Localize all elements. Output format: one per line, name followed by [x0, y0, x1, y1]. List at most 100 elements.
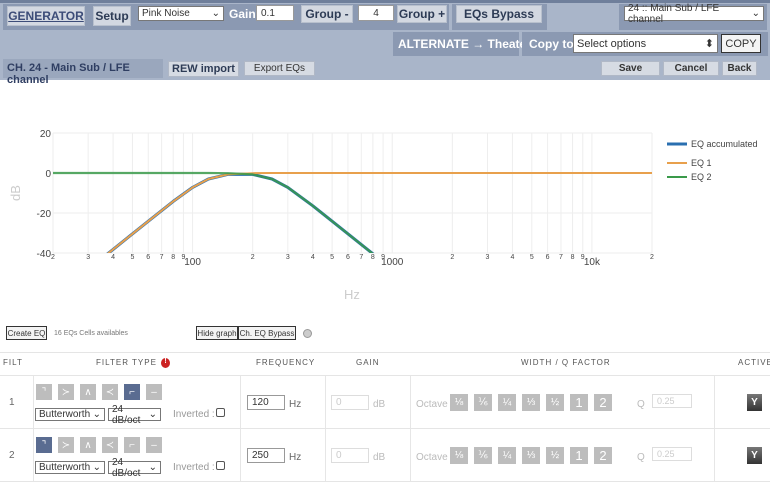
header-filt: FILT	[3, 358, 23, 367]
channel-value: 24 :: Main Sub / LFE channel	[628, 2, 720, 25]
slope-value: 24 dB/oct	[112, 456, 141, 479]
y-tick-label: 20	[40, 129, 52, 140]
octave-button[interactable]: 2	[594, 394, 612, 411]
q-label: Q	[637, 399, 645, 410]
octave-button[interactable]: ¼	[498, 394, 516, 411]
header-frequency: FREQUENCY	[256, 358, 316, 367]
cell-divider	[240, 429, 241, 481]
x-tick-label: 8	[171, 254, 175, 261]
octave-button[interactable]: 1	[570, 394, 588, 411]
db-unit: dB	[373, 399, 386, 410]
frequency-input[interactable]: 120	[247, 395, 285, 410]
header-width: WIDTH / Q FACTOR	[521, 358, 611, 367]
x-tick-label: 3	[86, 254, 90, 261]
legend-label: EQ accumulated	[691, 139, 758, 149]
back-button[interactable]: Back	[722, 61, 757, 76]
slope-select[interactable]: 24 dB/oct ⌄	[108, 457, 161, 479]
hide-graph-button[interactable]: Hide graph	[196, 326, 238, 340]
cancel-button[interactable]: Cancel	[663, 61, 719, 76]
generator-button[interactable]: GENERATOR	[7, 6, 85, 26]
octave-button[interactable]: ⅓	[522, 447, 540, 464]
x-axis-title: Hz	[344, 287, 360, 302]
octave-button[interactable]: ½	[546, 394, 564, 411]
flat-icon[interactable]: –	[146, 384, 162, 400]
gain-input[interactable]: 0	[331, 395, 369, 410]
q-input[interactable]: 0.25	[652, 447, 692, 461]
frequency-input[interactable]: 250	[247, 448, 285, 463]
create-eq-button[interactable]: Create EQ	[6, 326, 47, 340]
x-tick-label: 7	[160, 254, 164, 261]
octave-button[interactable]: 2	[594, 447, 612, 464]
legend-label: EQ 2	[691, 172, 712, 182]
x-tick-label: 1000	[381, 257, 404, 268]
gain-input[interactable]: 0.1	[256, 5, 294, 21]
peak-icon[interactable]: ∧	[80, 437, 96, 453]
filter-design-select[interactable]: Butterworth ⌄	[35, 408, 105, 421]
peak-icon[interactable]: ∧	[80, 384, 96, 400]
legend-label: EQ 1	[691, 158, 712, 168]
octave-button[interactable]: ½	[546, 447, 564, 464]
signal-select[interactable]: Pink Noise ⌄	[138, 6, 224, 21]
low-shelf-icon[interactable]: ≺	[102, 437, 118, 453]
octave-button[interactable]: ¼	[498, 447, 516, 464]
filter-design-select[interactable]: Butterworth ⌄	[35, 461, 105, 474]
gain-input[interactable]: 0	[331, 448, 369, 463]
series-line-0	[106, 172, 375, 253]
y-tick-label: -20	[37, 209, 52, 220]
cell-divider	[714, 429, 715, 481]
ch-eq-bypass-button[interactable]: Ch. EQ Bypass	[238, 326, 296, 340]
cell-divider	[410, 429, 411, 481]
notch-icon[interactable]: ≻	[58, 437, 74, 453]
high-shelf-icon[interactable]: ⌝	[36, 437, 52, 453]
save-button[interactable]: Save	[601, 61, 660, 76]
series-line-2	[53, 171, 374, 253]
active-toggle[interactable]: Y	[747, 394, 762, 411]
channel-title: CH. 24 - Main Sub / LFE channel	[3, 59, 163, 86]
octave-button[interactable]: ⅛	[450, 394, 468, 411]
header-filter-type: FILTER TYPE	[96, 358, 157, 367]
chevron-updown-icon: ⬍	[704, 38, 714, 50]
inverted-checkbox[interactable]	[216, 461, 225, 470]
octave-button[interactable]: ⅛	[450, 447, 468, 464]
x-tick-label: 6	[146, 254, 150, 261]
high-pass-icon[interactable]: ⌐	[124, 437, 140, 453]
warning-icon[interactable]: !	[161, 358, 170, 368]
copy-button[interactable]: COPY	[721, 34, 761, 53]
x-tick-label: 4	[311, 254, 315, 261]
group-minus-button[interactable]: Group -	[301, 5, 353, 23]
x-tick-label: 6	[346, 254, 350, 261]
group-plus-button[interactable]: Group +	[397, 5, 447, 23]
notch-icon[interactable]: ≻	[58, 384, 74, 400]
high-shelf-icon[interactable]: ⌝	[36, 384, 52, 400]
octave-button[interactable]: ⅓	[522, 394, 540, 411]
chevron-down-icon: ⌄	[92, 462, 101, 473]
inverted-checkbox[interactable]	[216, 408, 225, 417]
active-toggle[interactable]: Y	[747, 447, 762, 464]
cell-divider	[240, 376, 241, 428]
flat-icon[interactable]: –	[146, 437, 162, 453]
setup-button[interactable]: Setup	[93, 6, 131, 26]
q-input[interactable]: 0.25	[652, 394, 692, 408]
cell-divider	[410, 376, 411, 428]
octave-button[interactable]: ⅙	[474, 394, 492, 411]
low-shelf-icon[interactable]: ≺	[102, 384, 118, 400]
x-tick-label: 5	[530, 254, 534, 261]
octave-button[interactable]: 1	[570, 447, 588, 464]
alternate-button[interactable]: ALTERNATE → Theater 2	[398, 32, 541, 56]
slope-select[interactable]: 24 dB/oct ⌄	[108, 404, 161, 426]
cell-divider	[325, 429, 326, 481]
group-input[interactable]: 4	[358, 5, 394, 21]
export-eqs-button[interactable]: Export EQs	[244, 61, 315, 76]
row-divider	[0, 428, 770, 429]
channel-select[interactable]: 24 :: Main Sub / LFE channel ⌄	[624, 3, 764, 25]
copy-to-select[interactable]: Select options ⬍	[573, 34, 718, 53]
x-tick-label: 4	[510, 254, 514, 261]
octave-button[interactable]: ⅙	[474, 447, 492, 464]
x-tick-label: 7	[559, 254, 563, 261]
cells-available: 16 EQs Cells availables	[54, 330, 128, 337]
rew-import-button[interactable]: REW import	[168, 61, 239, 77]
high-pass-icon[interactable]: ⌐	[124, 384, 140, 400]
hz-unit: Hz	[289, 399, 302, 410]
x-tick-label: 4	[111, 254, 115, 261]
eqs-bypass-button[interactable]: EQs Bypass	[456, 5, 542, 23]
